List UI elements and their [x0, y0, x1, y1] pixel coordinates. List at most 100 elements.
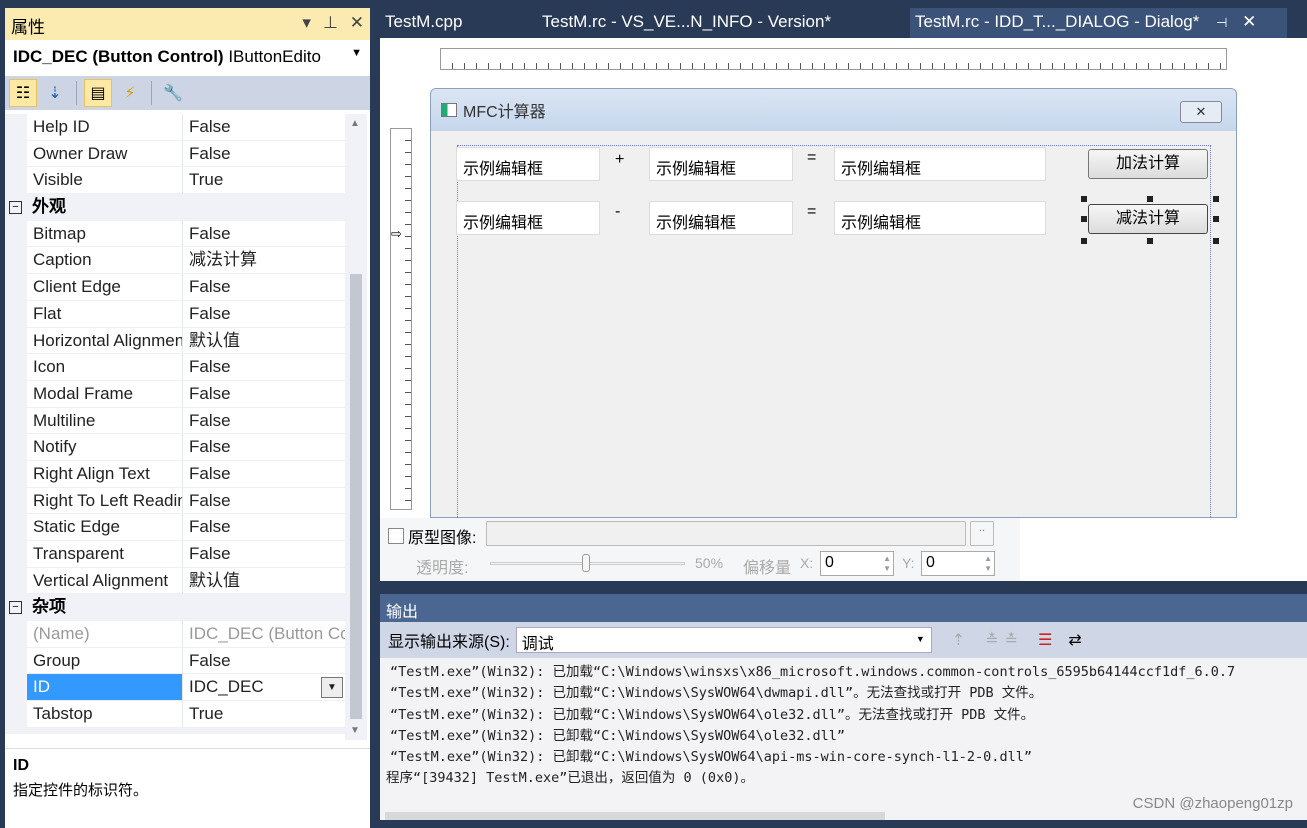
property-row[interactable]: Right Align Text False: [5, 460, 345, 488]
property-row[interactable]: Horizontal Alignment 默认值: [5, 327, 345, 355]
property-row[interactable]: (Name) IDC_DEC (Button Control): [5, 621, 345, 648]
property-row[interactable]: Tabstop True: [5, 701, 345, 728]
edit-a1[interactable]: 示例编辑框: [456, 147, 600, 181]
property-value[interactable]: False: [183, 114, 345, 141]
category-row[interactable]: − 杂项: [5, 594, 345, 622]
word-wrap-icon[interactable]: ⇄: [1068, 630, 1081, 650]
property-row[interactable]: Transparent False: [5, 541, 345, 568]
x-offset-input[interactable]: 0 ▲ ▼: [820, 551, 894, 576]
property-row[interactable]: Vertical Alignment 默认值: [5, 567, 345, 595]
events-icon[interactable]: ⚡: [116, 79, 144, 107]
pin-icon[interactable]: ⊣: [1216, 15, 1227, 30]
dropdown-icon[interactable]: ▾: [302, 13, 311, 32]
resize-handle[interactable]: [1147, 238, 1153, 244]
chevron-down-icon[interactable]: ▼: [351, 47, 362, 59]
property-value[interactable]: False: [183, 300, 345, 328]
property-row[interactable]: Modal Frame False: [5, 380, 345, 408]
tab-dialog[interactable]: TestM.rc - IDD_T..._DIALOG - Dialog* ⊣ ✕: [910, 8, 1287, 38]
source-dropdown[interactable]: 调试 ▼: [515, 627, 932, 653]
add-button[interactable]: 加法计算: [1088, 149, 1208, 179]
property-value[interactable]: False: [183, 380, 345, 408]
spinner-icon[interactable]: ▲ ▼: [883, 554, 891, 574]
resize-handle[interactable]: [1213, 216, 1219, 222]
property-value[interactable]: False: [183, 460, 345, 488]
property-row[interactable]: Owner Draw False: [5, 140, 345, 168]
property-value[interactable]: False: [183, 220, 345, 248]
categorized-icon[interactable]: ☷: [9, 79, 37, 107]
property-value[interactable]: False: [183, 647, 345, 675]
property-pages-icon[interactable]: 🔧: [159, 79, 187, 107]
tab-version[interactable]: TestM.rc - VS_VE...N_INFO - Version*: [537, 8, 836, 38]
property-row[interactable]: Flat False: [5, 300, 345, 328]
property-row[interactable]: Bitmap False: [5, 220, 345, 248]
property-value[interactable]: 默认值: [183, 327, 345, 355]
resize-handle[interactable]: [1081, 196, 1087, 202]
property-row[interactable]: Static Edge False: [5, 514, 345, 541]
subtract-button[interactable]: 减法计算: [1088, 204, 1208, 234]
property-row[interactable]: Visible True: [5, 167, 345, 195]
property-value[interactable]: False: [183, 274, 345, 301]
properties-icon[interactable]: ▤: [84, 79, 112, 107]
prototype-path-input[interactable]: [486, 521, 966, 546]
category-row[interactable]: − 外观: [5, 194, 345, 221]
property-row[interactable]: Client Edge False: [5, 274, 345, 301]
property-row[interactable]: Notify False: [5, 434, 345, 461]
edit-b1[interactable]: 示例编辑框: [649, 147, 793, 181]
property-scrollbar[interactable]: ▲ ▼: [345, 114, 367, 740]
property-value[interactable]: 减法计算: [183, 247, 345, 275]
opacity-slider[interactable]: [490, 554, 685, 572]
guide-arrow-icon[interactable]: ⇨: [391, 226, 402, 242]
property-row[interactable]: Icon False: [5, 354, 345, 381]
resize-handle[interactable]: [1081, 216, 1087, 222]
property-value[interactable]: False: [183, 541, 345, 568]
resize-handle[interactable]: [1213, 238, 1219, 244]
tab-testm-cpp[interactable]: TestM.cpp: [380, 8, 467, 38]
scrollbar-thumb[interactable]: [350, 274, 362, 719]
dropdown-button[interactable]: ▼: [321, 677, 343, 699]
object-selector[interactable]: IDC_DEC (Button Control) IButtonEdito ▼: [5, 40, 370, 74]
property-row[interactable]: Help ID False: [5, 114, 345, 141]
property-row[interactable]: ID IDC_DEC ▼: [5, 674, 345, 702]
property-value[interactable]: True: [183, 701, 345, 728]
property-value[interactable]: IDC_DEC ▼: [183, 674, 345, 702]
resize-handle[interactable]: [1147, 196, 1153, 202]
property-value[interactable]: False: [183, 514, 345, 541]
edit-a2[interactable]: 示例编辑框: [456, 201, 600, 235]
scroll-up-icon[interactable]: ▲: [350, 118, 360, 129]
edit-c1[interactable]: 示例编辑框: [834, 147, 1046, 181]
resize-handle[interactable]: [1081, 238, 1087, 244]
edit-b2[interactable]: 示例编辑框: [649, 201, 793, 235]
slider-thumb[interactable]: [582, 554, 590, 572]
property-row[interactable]: Multiline False: [5, 407, 345, 435]
property-value[interactable]: 默认值: [183, 567, 345, 595]
property-value[interactable]: IDC_DEC (Button Control): [183, 621, 345, 648]
horizontal-scrollbar[interactable]: [385, 812, 885, 820]
browse-button[interactable]: ..: [970, 521, 994, 546]
clear-all-icon[interactable]: ☰: [1038, 630, 1052, 650]
next-message-icon[interactable]: ≛: [1005, 630, 1018, 650]
collapse-icon[interactable]: −: [9, 201, 22, 215]
output-text[interactable]: “TestM.exe”(Win32): 已加载“C:\Windows\winsx…: [380, 658, 1307, 794]
close-button[interactable]: ✕: [1180, 101, 1222, 123]
close-icon[interactable]: ✕: [350, 13, 364, 32]
pin-icon[interactable]: ⊥: [323, 13, 338, 32]
prototype-checkbox[interactable]: [388, 528, 404, 544]
property-value[interactable]: False: [183, 407, 345, 435]
property-value[interactable]: False: [183, 140, 345, 168]
prev-message-icon[interactable]: ≛: [985, 630, 998, 650]
collapse-icon[interactable]: −: [9, 601, 22, 615]
goto-line-icon[interactable]: ⇡: [952, 630, 965, 650]
alphabetical-icon[interactable]: ⇣: [41, 79, 69, 107]
y-offset-input[interactable]: 0 ▲ ▼: [921, 551, 995, 576]
property-value[interactable]: True: [183, 167, 345, 195]
spinner-icon[interactable]: ▲ ▼: [984, 554, 992, 574]
resize-handle[interactable]: [1213, 196, 1219, 202]
property-row[interactable]: Group False: [5, 647, 345, 675]
horizontal-ruler[interactable]: [440, 48, 1227, 70]
mfc-dialog[interactable]: MFC计算器 ✕ 示例编辑框 + 示例编辑框 = 示例编辑框 加法计算 示例编辑…: [430, 88, 1237, 518]
scroll-down-icon[interactable]: ▼: [350, 725, 360, 736]
property-value[interactable]: False: [183, 434, 345, 461]
close-icon[interactable]: ✕: [1242, 12, 1256, 31]
property-row[interactable]: Caption 减法计算: [5, 247, 345, 275]
edit-c2[interactable]: 示例编辑框: [834, 201, 1046, 235]
